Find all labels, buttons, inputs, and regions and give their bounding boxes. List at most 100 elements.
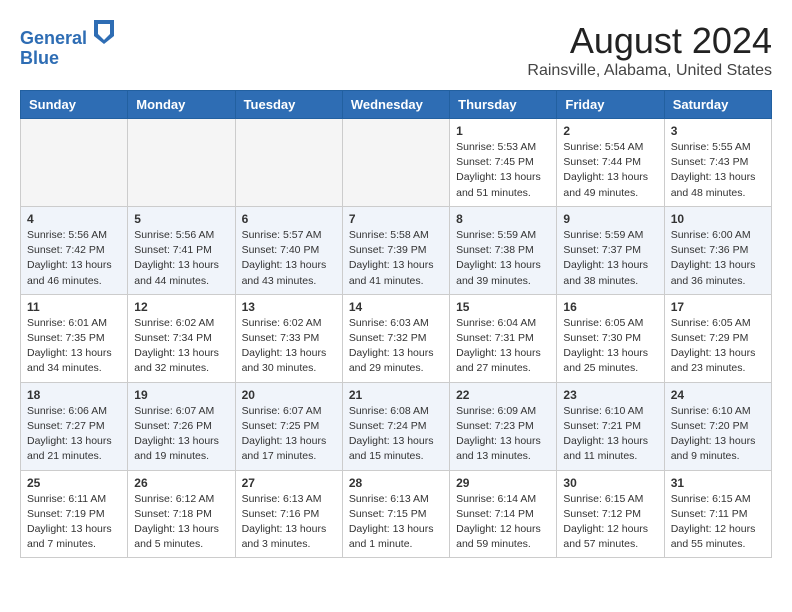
calendar-day-7: 7Sunrise: 5:58 AMSunset: 7:39 PMDaylight… <box>342 206 449 294</box>
day-number: 31 <box>671 476 765 490</box>
logo-text: General <box>20 20 114 50</box>
calendar-day-26: 26 Sunrise: 6:12 AMSunset: 7:18 PMDayligh… <box>128 470 235 558</box>
day-number: 17 <box>671 300 765 314</box>
calendar-week-row: 11 Sunrise: 6:01 AMSunset: 7:35 PMDayligh… <box>21 294 772 382</box>
logo-blue: Blue <box>20 48 114 70</box>
logo-general: General <box>20 28 87 48</box>
day-number: 9 <box>563 212 657 226</box>
day-info: Sunrise: 5:54 AMSunset: 7:44 PMDaylight:… <box>563 140 657 201</box>
day-info: Sunrise: 6:06 AMSunset: 7:27 PMDaylight:… <box>27 404 121 465</box>
page-header: General Blue August 2024 Rainsville, Ala… <box>20 20 772 80</box>
day-info: Sunrise: 5:55 AMSunset: 7:43 PMDaylight:… <box>671 140 765 201</box>
day-info: Sunrise: 6:03 AMSunset: 7:32 PMDaylight:… <box>349 316 443 377</box>
day-info: Sunrise: 6:11 AMSunset: 7:19 PMDaylight:… <box>27 492 121 553</box>
calendar-day-14: 14 Sunrise: 6:03 AMSunset: 7:32 PMDayligh… <box>342 294 449 382</box>
day-info: Sunrise: 6:13 AMSunset: 7:15 PMDaylight:… <box>349 492 443 553</box>
calendar-day-25: 25 Sunrise: 6:11 AMSunset: 7:19 PMDayligh… <box>21 470 128 558</box>
day-info: Sunrise: 6:00 AMSunset: 7:36 PMDaylight:… <box>671 228 765 289</box>
day-info: Sunrise: 6:02 AMSunset: 7:33 PMDaylight:… <box>242 316 336 377</box>
day-info: Sunrise: 6:10 AMSunset: 7:21 PMDaylight:… <box>563 404 657 465</box>
day-info: Sunrise: 6:07 AMSunset: 7:26 PMDaylight:… <box>134 404 228 465</box>
calendar-day-4: 4 Sunrise: 5:56 AMSunset: 7:42 PMDaylight… <box>21 206 128 294</box>
day-info: Sunrise: 5:59 AMSunset: 7:38 PMDaylight:… <box>456 228 550 289</box>
day-info: Sunrise: 6:04 AMSunset: 7:31 PMDaylight:… <box>456 316 550 377</box>
day-number: 11 <box>27 300 121 314</box>
day-number: 12 <box>134 300 228 314</box>
calendar-day-11: 11 Sunrise: 6:01 AMSunset: 7:35 PMDayligh… <box>21 294 128 382</box>
day-number: 22 <box>456 388 550 402</box>
day-number: 18 <box>27 388 121 402</box>
day-number: 14 <box>349 300 443 314</box>
calendar-day-30: 30 Sunrise: 6:15 AMSunset: 7:12 PMDayligh… <box>557 470 664 558</box>
day-number: 1 <box>456 124 550 138</box>
calendar-week-row: 4 Sunrise: 5:56 AMSunset: 7:42 PMDaylight… <box>21 206 772 294</box>
day-info: Sunrise: 6:13 AMSunset: 7:16 PMDaylight:… <box>242 492 336 553</box>
day-number: 25 <box>27 476 121 490</box>
weekday-header-row: SundayMondayTuesdayWednesdayThursdayFrid… <box>21 91 772 119</box>
day-number: 13 <box>242 300 336 314</box>
calendar-day-9: 9 Sunrise: 5:59 AMSunset: 7:37 PMDaylight… <box>557 206 664 294</box>
day-number: 15 <box>456 300 550 314</box>
day-number: 2 <box>563 124 657 138</box>
day-info: Sunrise: 6:15 AMSunset: 7:12 PMDaylight:… <box>563 492 657 553</box>
calendar-week-row: 25 Sunrise: 6:11 AMSunset: 7:19 PMDayligh… <box>21 470 772 558</box>
calendar-day-21: 21 Sunrise: 6:08 AMSunset: 7:24 PMDayligh… <box>342 382 449 470</box>
location-subtitle: Rainsville, Alabama, United States <box>527 62 772 80</box>
day-number: 30 <box>563 476 657 490</box>
day-info: Sunrise: 6:01 AMSunset: 7:35 PMDaylight:… <box>27 316 121 377</box>
calendar-day-1: 1 Sunrise: 5:53 AMSunset: 7:45 PMDaylight… <box>450 119 557 207</box>
day-info: Sunrise: 6:08 AMSunset: 7:24 PMDaylight:… <box>349 404 443 465</box>
day-info: Sunrise: 5:56 AMSunset: 7:41 PMDaylight:… <box>134 228 228 289</box>
calendar-day-19: 19 Sunrise: 6:07 AMSunset: 7:26 PMDayligh… <box>128 382 235 470</box>
day-number: 23 <box>563 388 657 402</box>
day-info: Sunrise: 6:05 AMSunset: 7:30 PMDaylight:… <box>563 316 657 377</box>
day-number: 4 <box>27 212 121 226</box>
day-number: 19 <box>134 388 228 402</box>
calendar-day-18: 18 Sunrise: 6:06 AMSunset: 7:27 PMDayligh… <box>21 382 128 470</box>
calendar-day-2: 2 Sunrise: 5:54 AMSunset: 7:44 PMDaylight… <box>557 119 664 207</box>
calendar-day-13: 13 Sunrise: 6:02 AMSunset: 7:33 PMDayligh… <box>235 294 342 382</box>
day-info: Sunrise: 5:57 AMSunset: 7:40 PMDaylight:… <box>242 228 336 289</box>
calendar-day-empty <box>342 119 449 207</box>
calendar-day-5: 5 Sunrise: 5:56 AMSunset: 7:41 PMDaylight… <box>128 206 235 294</box>
day-info: Sunrise: 6:14 AMSunset: 7:14 PMDaylight:… <box>456 492 550 553</box>
calendar-day-15: 15 Sunrise: 6:04 AMSunset: 7:31 PMDayligh… <box>450 294 557 382</box>
calendar-day-12: 12 Sunrise: 6:02 AMSunset: 7:34 PMDayligh… <box>128 294 235 382</box>
day-number: 24 <box>671 388 765 402</box>
calendar-day-17: 17 Sunrise: 6:05 AMSunset: 7:29 PMDayligh… <box>664 294 771 382</box>
calendar-day-23: 23 Sunrise: 6:10 AMSunset: 7:21 PMDayligh… <box>557 382 664 470</box>
day-number: 28 <box>349 476 443 490</box>
calendar-day-27: 27Sunrise: 6:13 AMSunset: 7:16 PMDayligh… <box>235 470 342 558</box>
calendar-day-16: 16 Sunrise: 6:05 AMSunset: 7:30 PMDayligh… <box>557 294 664 382</box>
day-info: Sunrise: 6:12 AMSunset: 7:18 PMDaylight:… <box>134 492 228 553</box>
weekday-header-thursday: Thursday <box>450 91 557 119</box>
day-info: Sunrise: 6:02 AMSunset: 7:34 PMDaylight:… <box>134 316 228 377</box>
day-info: Sunrise: 5:59 AMSunset: 7:37 PMDaylight:… <box>563 228 657 289</box>
calendar-day-6: 6Sunrise: 5:57 AMSunset: 7:40 PMDaylight… <box>235 206 342 294</box>
weekday-header-friday: Friday <box>557 91 664 119</box>
day-info: Sunrise: 6:09 AMSunset: 7:23 PMDaylight:… <box>456 404 550 465</box>
calendar-day-28: 28 Sunrise: 6:13 AMSunset: 7:15 PMDayligh… <box>342 470 449 558</box>
logo: General Blue <box>20 20 114 69</box>
day-info: Sunrise: 6:15 AMSunset: 7:11 PMDaylight:… <box>671 492 765 553</box>
calendar-day-empty <box>128 119 235 207</box>
day-number: 21 <box>349 388 443 402</box>
day-number: 16 <box>563 300 657 314</box>
calendar-day-empty <box>21 119 128 207</box>
day-info: Sunrise: 6:05 AMSunset: 7:29 PMDaylight:… <box>671 316 765 377</box>
day-number: 10 <box>671 212 765 226</box>
calendar-day-29: 29Sunrise: 6:14 AMSunset: 7:14 PMDayligh… <box>450 470 557 558</box>
day-info: Sunrise: 5:53 AMSunset: 7:45 PMDaylight:… <box>456 140 550 201</box>
calendar-table: SundayMondayTuesdayWednesdayThursdayFrid… <box>20 90 772 558</box>
day-number: 5 <box>134 212 228 226</box>
day-info: Sunrise: 5:56 AMSunset: 7:42 PMDaylight:… <box>27 228 121 289</box>
day-number: 20 <box>242 388 336 402</box>
calendar-day-24: 24Sunrise: 6:10 AMSunset: 7:20 PMDayligh… <box>664 382 771 470</box>
day-number: 26 <box>134 476 228 490</box>
calendar-day-31: 31 Sunrise: 6:15 AMSunset: 7:11 PMDayligh… <box>664 470 771 558</box>
calendar-day-empty <box>235 119 342 207</box>
calendar-day-20: 20Sunrise: 6:07 AMSunset: 7:25 PMDayligh… <box>235 382 342 470</box>
title-section: August 2024 Rainsville, Alabama, United … <box>527 20 772 80</box>
weekday-header-sunday: Sunday <box>21 91 128 119</box>
day-number: 8 <box>456 212 550 226</box>
